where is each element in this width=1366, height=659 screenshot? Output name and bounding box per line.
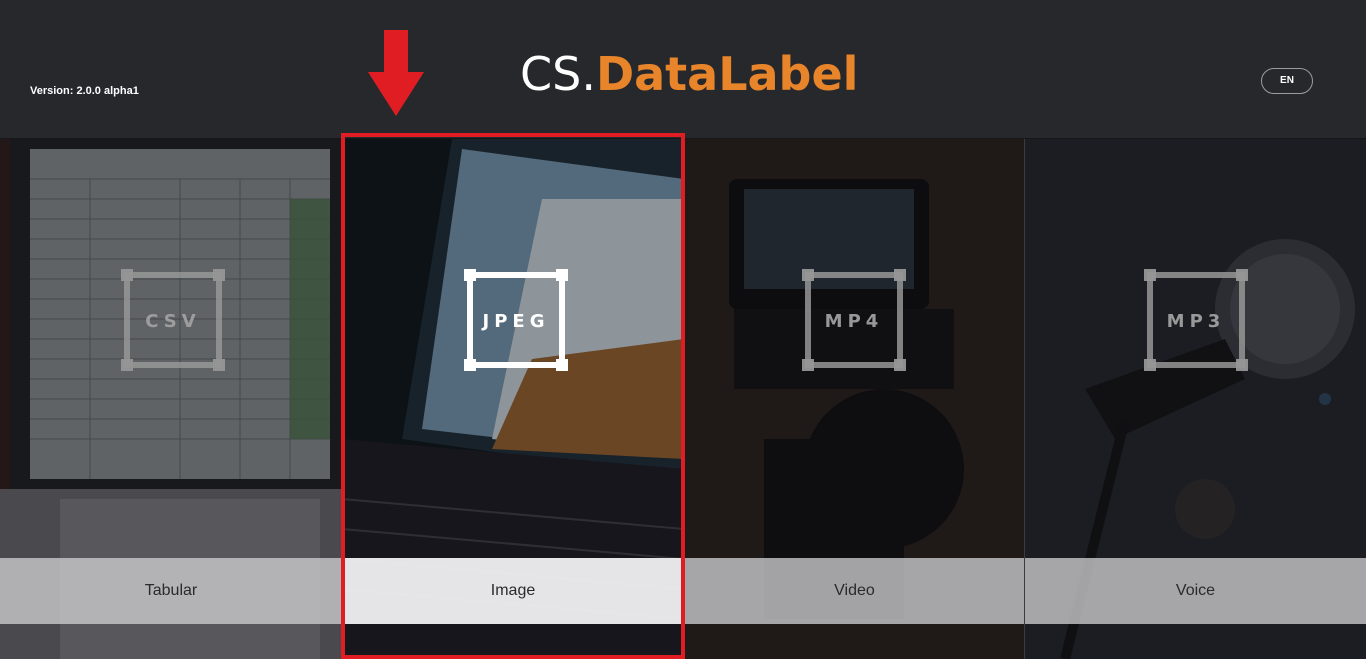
voice-label[interactable]: Voice bbox=[1025, 558, 1366, 624]
language-button[interactable]: EN bbox=[1261, 68, 1313, 94]
image-label[interactable]: Image bbox=[342, 558, 684, 624]
mp3-badge: MP3 bbox=[1144, 269, 1248, 371]
mp4-badge: MP4 bbox=[802, 269, 906, 371]
version-text: Version: 2.0.0 alpha1 bbox=[30, 85, 139, 97]
top-header: Version: 2.0.0 alpha1 CS.DataLabel EN bbox=[0, 0, 1366, 139]
tabular-label[interactable]: Tabular bbox=[0, 558, 342, 624]
data-type-cards: CSV Tabular JPEG Image MP4 Video MP3 Voi… bbox=[0, 139, 1366, 659]
logo-main: DataLabel bbox=[595, 47, 859, 101]
logo-prefix: CS. bbox=[520, 47, 596, 101]
card-video[interactable]: MP4 Video bbox=[684, 139, 1025, 659]
jpeg-badge-text: JPEG bbox=[482, 311, 550, 332]
jpeg-badge: JPEG bbox=[464, 269, 568, 371]
card-image[interactable]: JPEG Image bbox=[342, 139, 684, 659]
mp4-badge-text: MP4 bbox=[824, 311, 884, 332]
card-tabular[interactable]: CSV Tabular bbox=[0, 139, 342, 659]
mp3-badge-text: MP3 bbox=[1166, 311, 1226, 332]
video-label[interactable]: Video bbox=[684, 558, 1025, 624]
csv-badge-text: CSV bbox=[145, 311, 201, 332]
csv-badge: CSV bbox=[121, 269, 225, 371]
app-logo: CS.DataLabel bbox=[520, 44, 858, 104]
card-voice[interactable]: MP3 Voice bbox=[1025, 139, 1366, 659]
down-arrow-icon bbox=[368, 30, 424, 116]
